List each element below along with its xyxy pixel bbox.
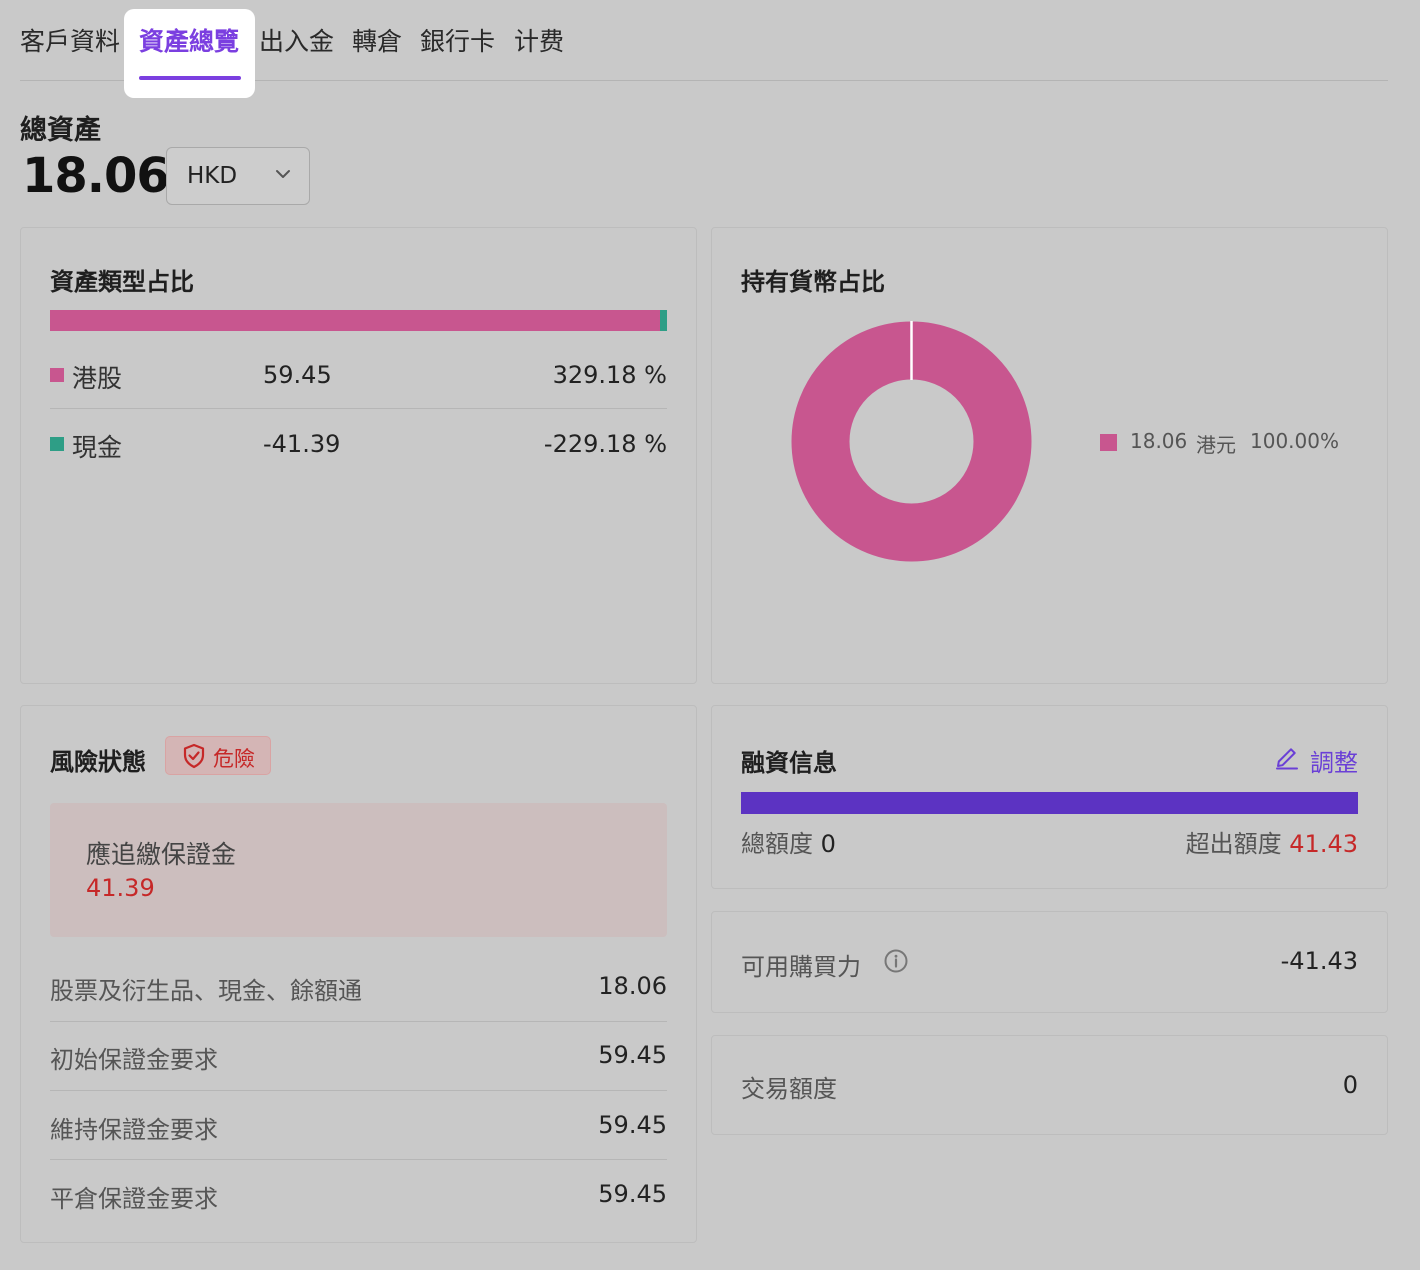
risk-row-value: 59.45 — [598, 1180, 667, 1208]
pencil-icon — [1276, 748, 1298, 770]
currency-select-value: HKD — [187, 163, 238, 189]
risk-status-card: 風險狀態 危險 應追繳保證金 41.39 股票及衍生品、現金、餘額通 18.06… — [20, 705, 697, 1243]
trade-limit-card: 交易額度 0 — [711, 1035, 1388, 1135]
asset-type-percent: 329.18 % — [552, 361, 667, 389]
risk-level-text: 危險 — [213, 747, 255, 771]
risk-row-label: 股票及衍生品、現金、餘額通 — [50, 977, 362, 1005]
asset-type-bar — [50, 310, 667, 331]
risk-row-value: 59.45 — [598, 1111, 667, 1139]
margin-call-value: 41.39 — [86, 874, 155, 902]
asset-type-row: 港股 59.45 329.18 % — [50, 340, 667, 409]
tab-billing[interactable]: 计费 — [514, 22, 564, 58]
asset-type-name: 現金 — [72, 433, 123, 462]
active-tab-indicator — [139, 76, 241, 80]
asset-type-amount: -41.39 — [263, 430, 341, 458]
legend-currency-name: 港元 — [1196, 433, 1236, 457]
risk-level-badge: 危險 — [165, 736, 271, 775]
tab-transfer[interactable]: 轉倉 — [352, 22, 402, 58]
buying-power-card: 可用購買力 -41.43 — [711, 911, 1388, 1013]
buying-power-label: 可用購買力 — [741, 953, 861, 981]
tab-bank-card[interactable]: 銀行卡 — [420, 22, 495, 58]
risk-row: 股票及衍生品、現金、餘額通 18.06 — [50, 952, 667, 1022]
risk-row-value: 18.06 — [598, 972, 667, 1000]
risk-row-label: 平倉保證金要求 — [50, 1185, 218, 1213]
currency-holdings-title: 持有貨幣占比 — [741, 268, 885, 296]
margin-call-box: 應追繳保證金 41.39 — [50, 803, 667, 937]
financing-title: 融資信息 — [741, 749, 837, 777]
asset-type-percent: -229.18 % — [543, 430, 667, 458]
financing-total-value: 0 — [820, 830, 836, 858]
trade-limit-label: 交易額度 — [741, 1075, 837, 1103]
asset-type-amount: 59.45 — [263, 361, 332, 389]
tab-asset-overview[interactable]: 資產總覽 — [124, 9, 255, 98]
tab-asset-overview-label: 資產總覽 — [139, 27, 240, 56]
risk-status-title: 風險狀態 — [50, 748, 146, 776]
financing-bar — [741, 792, 1358, 814]
financing-exceed: 超出額度 41.43 — [1186, 824, 1358, 859]
tab-bar: 客戶資料 資產總覽 出入金 轉倉 銀行卡 计费 — [20, 0, 1388, 98]
total-assets-value: 18.06 — [22, 148, 170, 204]
buying-power-value: -41.43 — [1280, 947, 1358, 975]
tab-customer-info[interactable]: 客戶資料 — [20, 22, 120, 58]
currency-select[interactable]: HKD — [166, 147, 310, 205]
adjust-button[interactable]: 調整 — [1276, 743, 1358, 778]
shield-icon — [183, 743, 205, 769]
risk-row: 初始保證金要求 59.45 — [50, 1021, 667, 1091]
asset-type-row: 現金 -41.39 -229.18 % — [50, 409, 667, 478]
adjust-button-label: 調整 — [1310, 749, 1358, 777]
currency-donut-chart — [791, 321, 1032, 562]
risk-row-label: 初始保證金要求 — [50, 1046, 218, 1074]
financing-exceed-label: 超出額度 — [1185, 830, 1282, 858]
legend-amount: 18.06 — [1130, 429, 1188, 453]
asset-type-name: 港股 — [72, 364, 123, 393]
risk-row-label: 維持保證金要求 — [50, 1116, 218, 1144]
risk-row-value: 59.45 — [598, 1041, 667, 1069]
risk-row: 平倉保證金要求 59.45 — [50, 1160, 667, 1230]
financing-card: 融資信息 調整 總額度 0 超出額度 41.43 — [711, 705, 1388, 889]
info-icon[interactable] — [883, 948, 909, 974]
chevron-down-icon — [276, 170, 290, 178]
currency-holdings-card: 持有貨幣占比 18.06 港元 100.00% — [711, 227, 1388, 684]
margin-call-label: 應追繳保證金 — [86, 840, 237, 869]
financing-total: 總額度 0 — [741, 824, 836, 859]
financing-total-label: 總額度 — [741, 830, 813, 858]
trade-limit-value: 0 — [1342, 1071, 1358, 1099]
asset-type-card: 資產類型占比 港股 59.45 329.18 % 現金 -41.39 -229.… — [20, 227, 697, 684]
legend-swatch-hkd — [1100, 434, 1117, 451]
legend-percent: 100.00% — [1250, 429, 1339, 453]
asset-type-bar-cash-segment — [660, 310, 667, 331]
asset-type-title: 資產類型占比 — [50, 268, 194, 296]
risk-row: 維持保證金要求 59.45 — [50, 1091, 667, 1161]
cash-swatch — [50, 437, 64, 451]
tab-deposit-withdraw[interactable]: 出入金 — [259, 22, 334, 58]
total-assets-label: 總資產 — [20, 115, 101, 146]
hk-stock-swatch — [50, 368, 64, 382]
financing-exceed-value: 41.43 — [1289, 830, 1358, 858]
